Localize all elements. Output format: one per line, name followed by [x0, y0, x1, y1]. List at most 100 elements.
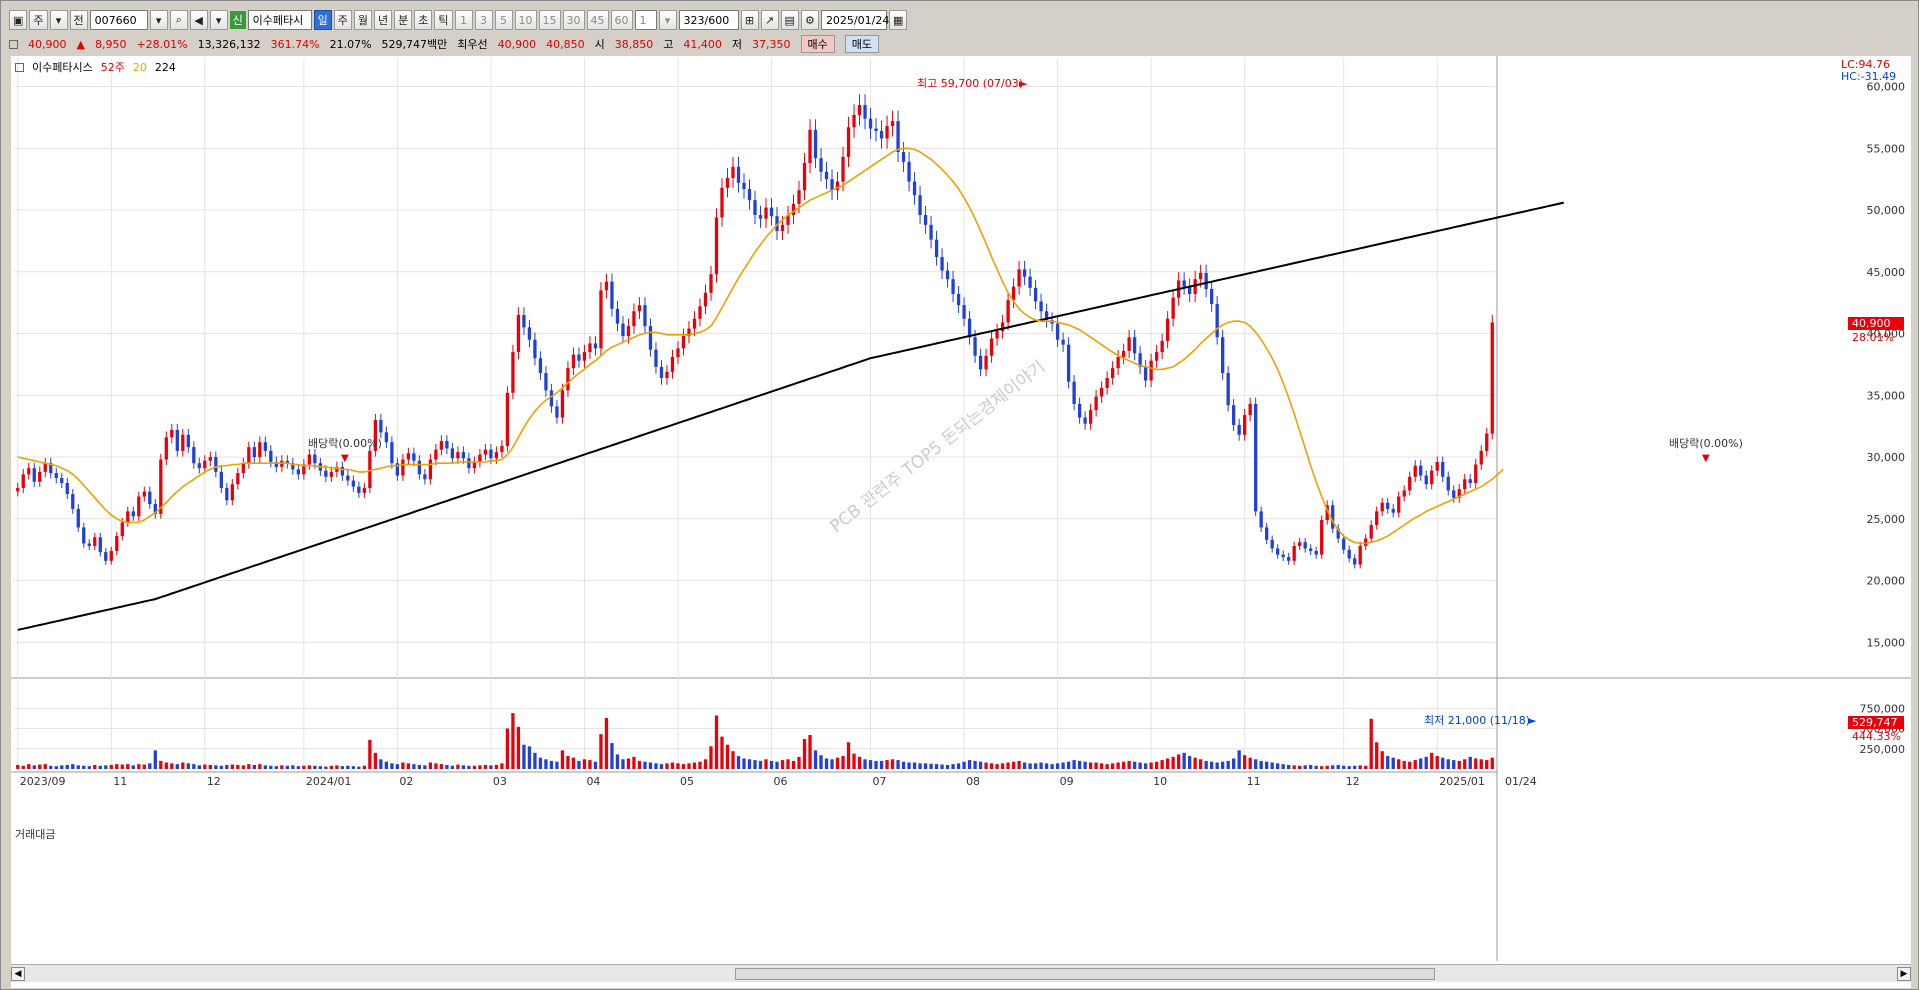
- period-month[interactable]: 월: [353, 10, 373, 30]
- price-tick-label: 15,000: [1867, 636, 1906, 649]
- layout-icon[interactable]: ▣: [9, 10, 28, 30]
- volume-tick-label: 250,000: [1860, 743, 1906, 756]
- volume-bar: [65, 764, 69, 769]
- candle-body: [648, 326, 653, 350]
- candle-body: [808, 129, 812, 164]
- candle-body: [780, 224, 785, 232]
- chart-tool-icon[interactable]: ⊞: [740, 10, 759, 30]
- volume-bar: [962, 761, 966, 769]
- interval-5[interactable]: 5: [494, 10, 513, 30]
- volume-bar: [120, 764, 124, 769]
- date-input[interactable]: 2025/01/24: [820, 10, 889, 30]
- interval-3[interactable]: 3: [474, 10, 493, 30]
- date-tick-label: 2023/09: [20, 775, 66, 788]
- candle-body: [1441, 461, 1445, 477]
- volume-bar: [1364, 765, 1368, 769]
- dropdown-icon[interactable]: ▾: [49, 10, 68, 30]
- save-icon[interactable]: ▤: [780, 10, 799, 30]
- line-tool-icon[interactable]: ↗: [760, 10, 779, 30]
- candle-body: [1022, 269, 1027, 277]
- candle-body: [621, 323, 625, 337]
- volume-bar: [1072, 760, 1076, 769]
- turnover: 21.07%: [329, 37, 372, 51]
- volume-bar: [714, 715, 719, 769]
- candle-body: [120, 522, 124, 537]
- candle-body: [324, 470, 328, 477]
- volume-bar: [76, 765, 80, 769]
- volume-bar: [720, 736, 724, 769]
- gear-icon[interactable]: ⚙: [800, 10, 819, 30]
- volume-bar: [896, 760, 900, 769]
- candle-body: [38, 471, 42, 482]
- candle-body: [527, 327, 532, 340]
- scroll-left-icon[interactable]: ◀: [11, 966, 25, 981]
- candle-body: [582, 352, 587, 361]
- volume-bar: [736, 756, 741, 769]
- volume-bar: [1132, 761, 1137, 769]
- chart-area[interactable]: PCB 관련주 TOP5 돈되는경제이야기 15,000 20,000 25,000…: [11, 56, 1911, 988]
- volume-bar: [1457, 760, 1461, 769]
- interval-30[interactable]: 30: [562, 10, 585, 30]
- candle-body: [1099, 387, 1104, 397]
- volume-bar: [852, 753, 856, 769]
- period-day[interactable]: 일: [313, 10, 332, 30]
- candle-body: [472, 461, 477, 469]
- candle-body: [1160, 340, 1164, 353]
- chevron-down-icon[interactable]: ▾: [149, 10, 168, 30]
- date-tick-label: 07: [873, 775, 887, 788]
- volume-bar: [802, 739, 807, 769]
- interval-1[interactable]: 1: [454, 10, 473, 30]
- volume-tag-pct: 444.33%: [1852, 730, 1901, 743]
- volume-bar: [1259, 760, 1263, 769]
- scroll-thumb[interactable]: [735, 967, 1435, 980]
- scope-select[interactable]: 전: [69, 10, 88, 30]
- candle-body: [1215, 303, 1219, 338]
- scroll-right-icon[interactable]: ▶: [1897, 966, 1911, 981]
- volume-bar: [115, 764, 119, 769]
- volume-bar: [901, 761, 906, 769]
- candle-body: [1237, 424, 1241, 435]
- interval-45[interactable]: 45: [586, 10, 609, 30]
- candle-body: [1210, 289, 1214, 304]
- period-tick[interactable]: 틱: [434, 10, 453, 30]
- mode-select[interactable]: 주: [29, 10, 48, 30]
- volume-bar: [302, 765, 306, 769]
- volume-bar: [60, 765, 64, 769]
- volume-bar: [544, 759, 548, 769]
- code-input[interactable]: 007660: [89, 10, 148, 30]
- volume-bar: [538, 757, 543, 769]
- period-year[interactable]: 년: [374, 10, 393, 30]
- buy-button[interactable]: 매수: [800, 35, 835, 53]
- candle-body: [208, 457, 212, 461]
- interval-15[interactable]: 15: [538, 10, 561, 30]
- chevron-down-icon[interactable]: ▾: [209, 10, 228, 30]
- period-second[interactable]: 초: [414, 10, 433, 30]
- speaker-icon[interactable]: ◀: [189, 10, 208, 30]
- volume-bar: [126, 764, 130, 769]
- chart-scrollbar[interactable]: ◀ ▶: [11, 964, 1911, 982]
- volume-bar: [1033, 763, 1038, 769]
- interval-10[interactable]: 10: [514, 10, 537, 30]
- volume-bar: [835, 757, 840, 769]
- low-price: 37,350: [752, 37, 791, 51]
- volume-bar: [505, 728, 510, 769]
- count-input[interactable]: 1: [634, 10, 657, 30]
- volume-bar: [1204, 760, 1208, 769]
- volume-bar: [1187, 756, 1192, 769]
- chevron-down-icon[interactable]: ▾: [658, 10, 677, 30]
- search-icon[interactable]: ⌕: [169, 10, 188, 30]
- low-annotation: 최저 21,000 (11/18): [1424, 714, 1530, 727]
- calendar-icon[interactable]: ▦: [888, 10, 908, 30]
- candle-body: [93, 537, 97, 546]
- volume-bar: [1116, 762, 1120, 769]
- interval-60[interactable]: 60: [610, 10, 633, 30]
- stock-name-field[interactable]: 이수페타시: [247, 10, 312, 30]
- range-field[interactable]: 323/600: [678, 10, 739, 30]
- sell-button[interactable]: 매도: [844, 35, 880, 53]
- period-minute[interactable]: 분: [394, 10, 413, 30]
- candle-body: [907, 161, 911, 182]
- price-chart[interactable]: PCB 관련주 TOP5 돈되는경제이야기 15,00020,00025,000…: [11, 56, 1911, 961]
- candle-body: [1121, 350, 1126, 358]
- period-week[interactable]: 주: [333, 10, 352, 30]
- volume-bar: [588, 760, 592, 769]
